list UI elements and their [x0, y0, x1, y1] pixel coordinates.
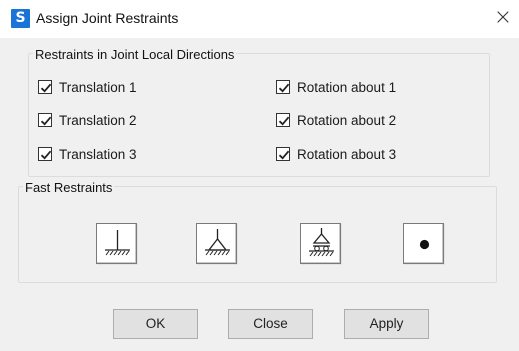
- dialog-client-area: Restraints in Joint Local Directions Tra…: [0, 38, 519, 351]
- check-mark-icon: [278, 150, 290, 160]
- close-button[interactable]: Close: [228, 309, 313, 339]
- roller-support-icon: [309, 228, 334, 257]
- checkbox-box[interactable]: [38, 113, 52, 127]
- checkbox-rotation-about-2[interactable]: Rotation about 2: [276, 111, 396, 129]
- ok-button[interactable]: OK: [113, 309, 198, 339]
- check-mark-icon: [40, 116, 52, 126]
- checkbox-label: Rotation about 3: [297, 146, 397, 162]
- pinned-support-button[interactable]: [196, 223, 237, 264]
- checkbox-label: Translation 3: [59, 146, 137, 162]
- app-icon: S: [11, 9, 30, 28]
- checkbox-translation-3[interactable]: Translation 3: [38, 145, 137, 163]
- checkbox-label: Rotation about 1: [297, 79, 397, 95]
- pinned-support-icon: [205, 229, 230, 256]
- title-bar[interactable]: S Assign Joint Restraints ×: [0, 0, 519, 38]
- fixed-support-icon: [105, 230, 130, 256]
- fixed-support-button[interactable]: [96, 223, 137, 264]
- apply-button[interactable]: Apply: [344, 309, 429, 339]
- checkbox-rotation-about-3[interactable]: Rotation about 3: [276, 145, 396, 163]
- checkbox-translation-2[interactable]: Translation 2: [38, 111, 137, 129]
- free-joint-icon: [419, 239, 430, 250]
- close-window-button[interactable]: ×: [491, 5, 515, 31]
- free-joint-button[interactable]: [403, 223, 444, 264]
- checkbox-box[interactable]: [276, 80, 290, 94]
- check-mark-icon: [40, 150, 52, 160]
- fast-restraints-group-title: Fast Restraints: [23, 180, 115, 195]
- checkbox-label: Translation 1: [59, 79, 137, 95]
- assign-joint-restraints-dialog: S Assign Joint Restraints × Restraints i…: [0, 0, 519, 351]
- checkbox-box[interactable]: [276, 147, 290, 161]
- roller-support-button[interactable]: [300, 223, 341, 264]
- check-mark-icon: [278, 116, 290, 126]
- checkbox-box[interactable]: [38, 80, 52, 94]
- checkbox-rotation-about-1[interactable]: Rotation about 1: [276, 78, 396, 96]
- checkbox-box[interactable]: [276, 113, 290, 127]
- window-title: Assign Joint Restraints: [36, 10, 179, 26]
- check-mark-icon: [40, 83, 52, 93]
- checkbox-label: Rotation about 2: [297, 112, 397, 128]
- check-mark-icon: [278, 83, 290, 93]
- checkbox-label: Translation 2: [59, 112, 137, 128]
- restraints-group-title: Restraints in Joint Local Directions: [33, 47, 237, 62]
- checkbox-box[interactable]: [38, 147, 52, 161]
- checkbox-translation-1[interactable]: Translation 1: [38, 78, 137, 96]
